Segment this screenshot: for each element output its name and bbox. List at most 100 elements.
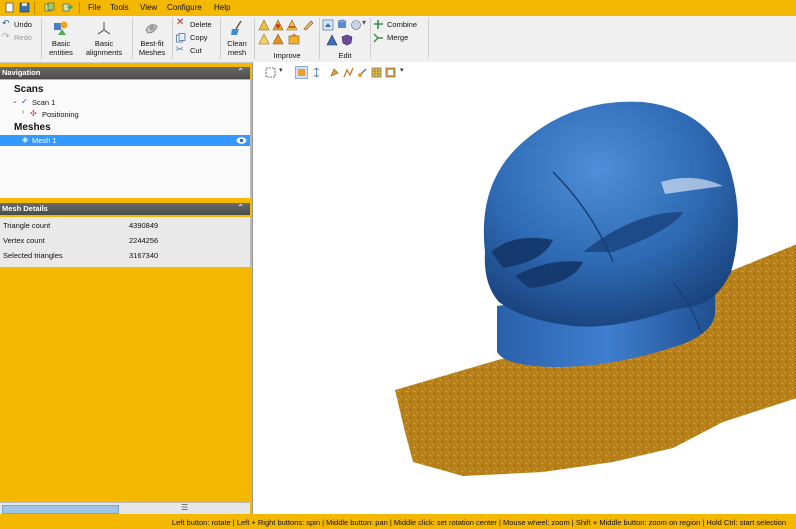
3d-scene — [395, 101, 796, 476]
separator — [132, 18, 133, 59]
sphere-edit-icon[interactable] — [350, 19, 362, 31]
tree-node-positioning[interactable]: › ✣ Positioning — [22, 109, 142, 120]
shield-edit-icon[interactable] — [341, 34, 353, 46]
delete-button[interactable]: ✕ Delete — [176, 17, 218, 30]
redo-icon: ↷ — [2, 31, 10, 41]
edit-dropdown-icon[interactable]: ▾ — [362, 18, 366, 27]
undo-label: Undo — [14, 20, 32, 29]
panel-tab-left[interactable] — [2, 505, 119, 514]
merge-label: Merge — [387, 33, 409, 42]
triangle-count-label: Triangle count — [3, 221, 51, 230]
menu-configure[interactable]: Configure — [167, 3, 202, 12]
selected-triangles-label: Selected triangles — [3, 251, 63, 260]
redo-button[interactable]: ↷ Redo — [2, 31, 42, 43]
triangle-count-value: 4390849 — [129, 221, 159, 230]
fill-holes-icon[interactable] — [258, 19, 270, 31]
table-row: Triangle count 4390849 — [0, 218, 250, 233]
visibility-eye-icon[interactable] — [236, 136, 247, 145]
menu-file[interactable]: File — [88, 3, 101, 12]
smooth-icon[interactable] — [272, 19, 284, 31]
selected-triangles-value: 3167340 — [129, 251, 159, 260]
save-icon[interactable] — [19, 2, 30, 13]
separator — [41, 18, 42, 59]
separator — [319, 18, 320, 59]
edit-group-label: Edit — [338, 51, 352, 60]
checkmark-icon[interactable]: ✓ — [21, 97, 28, 106]
improve-group: Improve — [256, 18, 318, 60]
combine-button[interactable]: Combine — [373, 19, 425, 30]
panel-empty-area — [0, 267, 252, 502]
entities-icon — [54, 21, 68, 35]
basic-alignments-label: Basic alignments — [85, 39, 123, 57]
redo-label: Redo — [14, 33, 32, 42]
tree-node-scans[interactable]: Scans — [14, 84, 43, 95]
mesh-details-title: Mesh Details — [2, 204, 48, 213]
mesh-tool-icon[interactable] — [288, 33, 300, 45]
mesh-helmet[interactable] — [483, 101, 738, 327]
target-icon: ✣ — [30, 109, 37, 118]
tree-node-mesh-1[interactable]: ◈ Mesh 1 — [0, 135, 250, 146]
separator — [220, 18, 221, 59]
3d-viewport[interactable]: ▾ ▾ — [252, 62, 796, 514]
vertex-count-label: Vertex count — [3, 236, 45, 245]
grip-icon[interactable]: ☰ — [181, 503, 188, 512]
new-file-icon[interactable] — [4, 2, 15, 13]
navigation-header[interactable]: Navigation ⌃ — [0, 67, 250, 79]
mesh-details-header[interactable]: Mesh Details ⌃ — [0, 203, 250, 215]
combine-label: Combine — [387, 20, 418, 29]
cylinder-icon[interactable] — [336, 19, 348, 31]
expand-arrow-icon[interactable]: › — [22, 109, 24, 116]
improve-group-label: Improve — [273, 51, 301, 60]
edit-group: ▾ Edit — [321, 18, 369, 60]
menu-bar: File Tools View Configure Help — [0, 0, 796, 16]
table-row: Selected triangles 3167340 — [0, 248, 250, 263]
cut-button[interactable]: ✂ Cut — [176, 44, 218, 56]
mesh-icon: ◈ — [22, 135, 29, 144]
edit-mesh-icon[interactable] — [322, 19, 334, 31]
table-row: Vertex count 2244256 — [0, 233, 250, 248]
separator — [370, 18, 371, 59]
copy-icon — [176, 33, 186, 43]
basic-entities-button[interactable]: Basic entities — [44, 18, 78, 60]
copy-label: Copy — [190, 33, 208, 42]
tree-node-meshes[interactable]: Meshes — [14, 122, 51, 133]
clean-mesh-label: Clean mesh — [227, 39, 247, 57]
collapse-chevron-icon[interactable]: ⌃ — [237, 67, 244, 76]
warp-icon[interactable] — [326, 34, 338, 46]
clean-mesh-button[interactable]: Clean mesh — [222, 18, 252, 60]
undo-icon: ↶ — [2, 18, 10, 28]
separator — [79, 2, 80, 14]
alignment-axes-icon — [97, 22, 111, 35]
merge-button[interactable]: Merge — [373, 32, 425, 43]
refine-icon[interactable] — [258, 33, 270, 45]
delete-label: Delete — [190, 20, 212, 29]
collapse-chevron-icon[interactable]: ⌃ — [237, 203, 244, 212]
mesh-1-label: Mesh 1 — [32, 136, 57, 145]
basic-alignments-button[interactable]: Basic alignments — [82, 18, 126, 60]
cut-label: Cut — [190, 46, 202, 55]
menu-help[interactable]: Help — [214, 3, 230, 12]
separator — [34, 2, 35, 14]
copy-button[interactable]: Copy — [176, 32, 218, 43]
vertex-count-value: 2244256 — [129, 236, 159, 245]
menu-view[interactable]: View — [140, 3, 157, 12]
navigation-title: Navigation — [2, 68, 41, 77]
boundary-icon[interactable] — [272, 33, 284, 45]
best-fit-icon — [145, 24, 158, 34]
copy-doc-icon[interactable] — [44, 2, 55, 13]
tree-node-scan-1[interactable]: ⌄ ✓ Scan 1 — [12, 97, 132, 108]
decimate-icon[interactable] — [286, 19, 298, 31]
navigation-tree: Scans ⌄ ✓ Scan 1 › ✣ Positioning Meshes … — [0, 80, 251, 198]
pencil-icon[interactable] — [302, 19, 314, 31]
expand-chevron-icon[interactable]: ⌄ — [12, 97, 18, 105]
positioning-label: Positioning — [42, 110, 79, 119]
best-fit-meshes-button[interactable]: Best-fit Meshes — [135, 18, 169, 60]
separator — [172, 18, 173, 59]
export-icon[interactable] — [62, 2, 73, 13]
best-fit-meshes-label: Best-fit Meshes — [138, 39, 166, 57]
scan-1-label: Scan 1 — [32, 98, 56, 107]
separator — [428, 18, 429, 59]
status-bar: Left button: rotate | Left + Right butto… — [0, 514, 796, 529]
menu-tools[interactable]: Tools — [110, 3, 129, 12]
undo-button[interactable]: ↶ Undo — [2, 18, 42, 30]
